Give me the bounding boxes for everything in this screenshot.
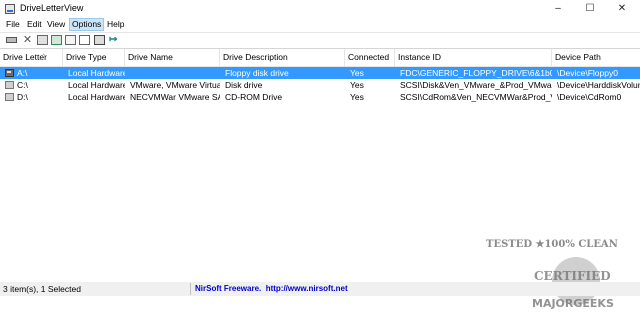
cell-device-path: \Device\CdRom0 <box>557 92 622 102</box>
menu-edit[interactable]: Edit <box>25 19 44 30</box>
close-button[interactable]: ✕ <box>606 0 638 18</box>
cell-drive-description: Floppy disk drive <box>225 68 289 78</box>
menu-options[interactable]: Options <box>69 18 105 31</box>
nirsoft-link[interactable]: NirSoft Freeware. http://www.nirsoft.net <box>195 284 348 293</box>
cell-instance-id: SCSI\CdRom&Ven_NECVMWar&Prod_VM... <box>400 92 552 102</box>
table-row[interactable]: A:\ Local Hardware Floppy disk drive Yes… <box>0 67 640 79</box>
table-row[interactable]: C:\ Local Hardware VMware, VMware Virtua… <box>0 79 640 91</box>
copy-icon[interactable] <box>79 35 90 45</box>
cell-drive-name <box>127 67 220 79</box>
toolbar: ✕ ↦ <box>0 32 640 47</box>
watermark-certified-text: CERTIFIED <box>534 269 611 283</box>
cell-drive-name: VMware, VMware Virtual... <box>130 80 220 90</box>
status-bar: 3 item(s), 1 Selected NirSoft Freeware. … <box>0 282 640 296</box>
cell-drive-name: NECVMWar VMware SA... <box>130 92 220 102</box>
properties-icon[interactable] <box>65 35 76 45</box>
exit-icon[interactable]: ↦ <box>109 35 120 45</box>
cell-drive-type: Local Hardware <box>68 80 125 90</box>
watermark-brand-text: MAJORGEEKS <box>532 297 614 310</box>
column-drive-letter[interactable]: Drive Letter ^ <box>0 49 63 66</box>
column-drive-description[interactable]: Drive Description <box>220 49 345 66</box>
cell-instance-id: SCSI\Disk&Ven_VMware_&Prod_VMware_V... <box>400 80 552 90</box>
change-drive-letter-icon[interactable] <box>37 35 48 45</box>
column-device-path[interactable]: Device Path <box>552 49 640 66</box>
cell-drive-type: Local Hardware <box>68 68 125 78</box>
window-title: DriveLetterView <box>20 3 84 13</box>
cell-drive-letter: D:\ <box>17 92 28 102</box>
cell-connected: Yes <box>350 92 364 102</box>
cell-drive-letter: C:\ <box>17 80 28 90</box>
cell-device-path: \Device\HarddiskVolume <box>557 80 640 90</box>
html-report-icon[interactable] <box>94 35 105 45</box>
delete-icon[interactable]: ✕ <box>22 35 33 46</box>
column-drive-type[interactable]: Drive Type <box>63 49 125 66</box>
column-instance-id[interactable]: Instance ID <box>395 49 552 66</box>
status-divider <box>190 283 191 295</box>
sort-up-icon: ^ <box>42 54 46 61</box>
drive-list[interactable]: Drive Letter ^ Drive Type Drive Name Driv… <box>0 48 640 310</box>
minimize-button[interactable]: – <box>542 0 574 18</box>
menu-view[interactable]: View <box>45 19 67 30</box>
cell-drive-description: CD-ROM Drive <box>225 92 283 102</box>
table-row[interactable]: D:\ Local Hardware NECVMWar VMware SA...… <box>0 91 640 103</box>
cell-drive-description: Disk drive <box>225 80 263 90</box>
hard-drive-icon <box>5 81 14 89</box>
menu-help[interactable]: Help <box>105 19 126 30</box>
menu-file[interactable]: File <box>4 19 22 30</box>
maximize-button[interactable]: ☐ <box>574 0 606 18</box>
list-header: Drive Letter ^ Drive Type Drive Name Driv… <box>0 49 640 67</box>
title-bar: DriveLetterView – ☐ ✕ <box>0 0 640 18</box>
watermark-tested-text: TESTED ★100% CLEAN <box>486 239 618 250</box>
status-item-count: 3 item(s), 1 Selected <box>3 284 81 294</box>
column-drive-name[interactable]: Drive Name <box>125 49 220 66</box>
disconnect-drive-icon[interactable] <box>6 37 17 43</box>
floppy-drive-icon <box>5 69 14 77</box>
cell-drive-type: Local Hardware <box>68 92 125 102</box>
column-connected[interactable]: Connected <box>345 49 395 66</box>
cell-connected: Yes <box>350 80 364 90</box>
cell-device-path: \Device\Floppy0 <box>557 68 618 78</box>
cd-drive-icon <box>5 93 14 101</box>
cell-drive-letter: A:\ <box>17 68 28 78</box>
cell-connected: Yes <box>350 68 364 78</box>
refresh-icon[interactable] <box>51 35 62 45</box>
menu-bar: File Edit View Options Help <box>0 18 640 31</box>
cell-instance-id: FDC\GENERIC_FLOPPY_DRIVE\6&1b0d1d81... <box>400 68 552 78</box>
app-icon <box>5 4 15 14</box>
